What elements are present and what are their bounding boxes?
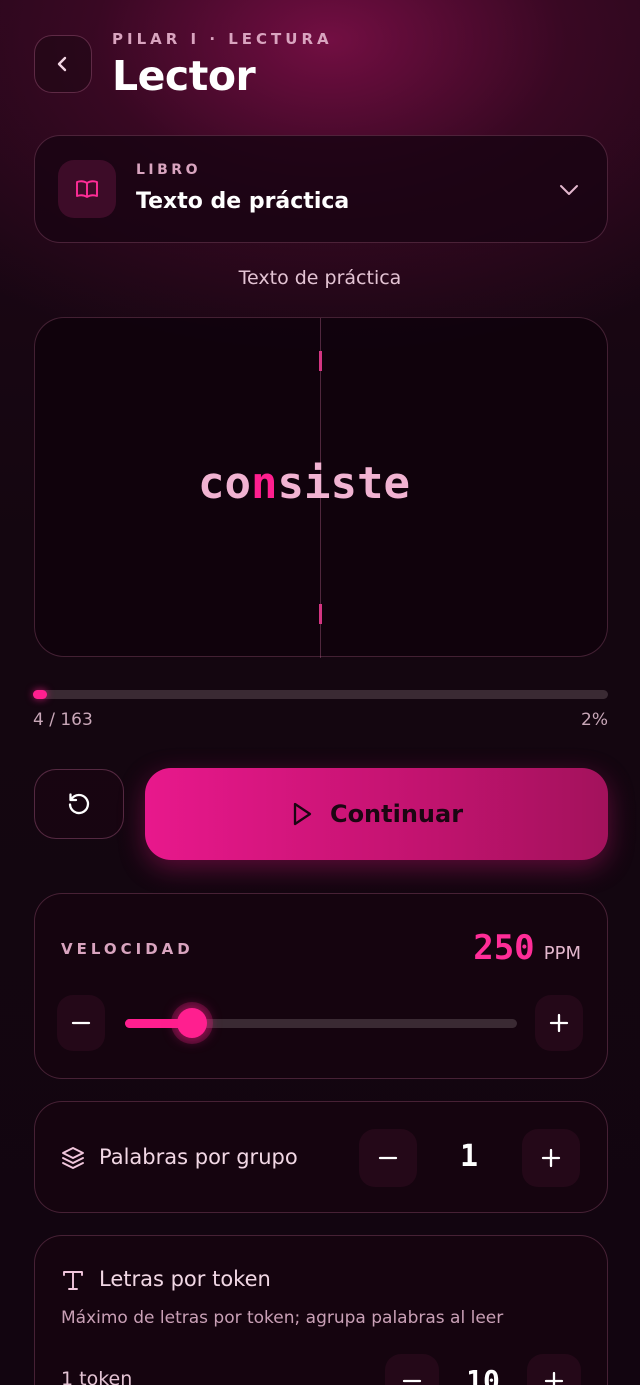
chevron-down-icon <box>560 185 578 195</box>
speed-unit: PPM <box>543 943 581 964</box>
speed-slider-thumb[interactable] <box>177 1008 207 1038</box>
letters-per-token-value: 10 <box>466 1364 500 1385</box>
word-prefix: co <box>198 458 251 509</box>
play-icon <box>293 802 312 826</box>
speed-label: VELOCIDAD <box>61 940 194 958</box>
plus-icon <box>549 1013 569 1033</box>
letters-per-token-description: Máximo de letras por token; agrupa palab… <box>61 1308 504 1328</box>
speed-value: 250 <box>473 928 535 968</box>
current-word: consiste <box>198 458 410 510</box>
continue-button[interactable]: Continuar <box>145 768 608 860</box>
letters-per-token-decrease-button[interactable] <box>385 1354 439 1385</box>
speed-readout: 250 PPM <box>473 928 581 968</box>
lector-screen: PILAR I · LECTURA Lector LIBRO Texto de … <box>0 0 640 1385</box>
book-selector-label: LIBRO <box>136 162 201 178</box>
book-selector[interactable]: LIBRO Texto de práctica <box>34 135 608 243</box>
book-selector-value: Texto de práctica <box>136 189 350 214</box>
breadcrumb: PILAR I · LECTURA <box>112 30 333 48</box>
page-title: Lector <box>112 52 256 100</box>
focus-tick-bottom <box>319 604 322 624</box>
word-suffix: siste <box>277 458 410 509</box>
words-per-group-card: Palabras por grupo 1 <box>34 1101 608 1213</box>
progress-fill <box>33 690 47 699</box>
book-open-icon <box>76 180 98 198</box>
source-title: Texto de práctica <box>238 267 402 289</box>
minus-icon <box>378 1156 398 1160</box>
letters-per-token-card: Letras por token Máximo de letras por to… <box>34 1235 608 1385</box>
reader-display: consiste <box>34 317 608 658</box>
word-focus-letter: n <box>250 458 278 509</box>
text-type-icon <box>63 1271 83 1290</box>
words-per-group-increase-button[interactable] <box>522 1129 580 1187</box>
book-icon-tile <box>58 160 116 218</box>
words-per-group-value: 1 <box>459 1139 479 1174</box>
plus-icon <box>544 1371 564 1385</box>
back-button[interactable] <box>34 35 92 93</box>
speed-increase-button[interactable] <box>535 995 583 1051</box>
restart-button[interactable] <box>34 769 124 839</box>
letters-per-token-increase-button[interactable] <box>527 1354 581 1385</box>
layers-icon <box>62 1147 84 1169</box>
speed-slider-track[interactable] <box>125 1008 517 1038</box>
words-per-group-label: Palabras por grupo <box>99 1145 298 1169</box>
chevron-left-icon <box>57 56 67 72</box>
progress-bar <box>33 690 608 699</box>
progress-percent: 2% <box>581 710 608 730</box>
progress-position: 4 / 163 <box>33 710 93 730</box>
speed-decrease-button[interactable] <box>57 995 105 1051</box>
focus-tick-top <box>319 351 322 371</box>
plus-icon <box>541 1148 561 1168</box>
speed-card: VELOCIDAD 250 PPM <box>34 893 608 1079</box>
letters-per-token-label: Letras por token <box>99 1267 271 1291</box>
continue-label: Continuar <box>329 800 464 828</box>
rotate-ccw-icon <box>68 793 90 815</box>
minus-icon <box>402 1379 422 1383</box>
letters-per-token-summary: 1 token <box>61 1368 133 1385</box>
minus-icon <box>71 1021 91 1025</box>
words-per-group-decrease-button[interactable] <box>359 1129 417 1187</box>
